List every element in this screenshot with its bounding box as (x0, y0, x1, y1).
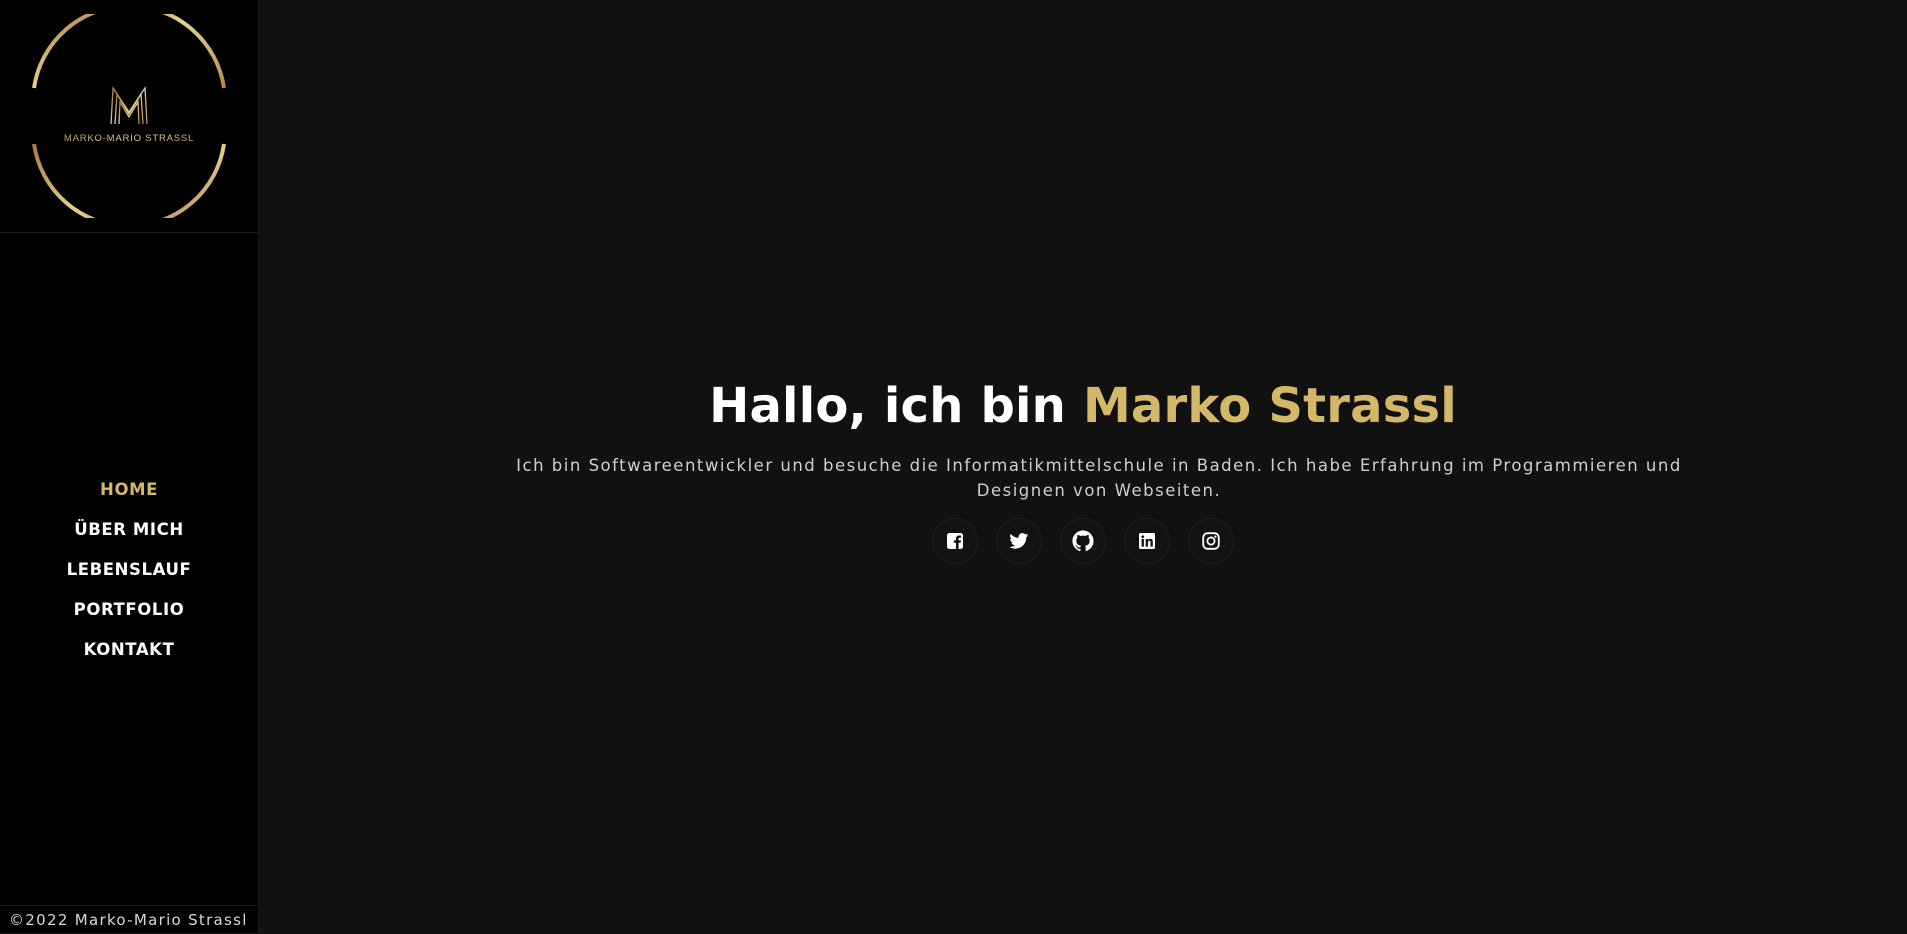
instagram-link[interactable] (1188, 518, 1234, 564)
twitter-link[interactable] (996, 518, 1042, 564)
logo-text: MARKO-MARIO STRASSL (64, 133, 194, 144)
instagram-icon (1202, 532, 1220, 550)
github-icon (1072, 530, 1094, 552)
sidebar: MARKO-MARIO STRASSL HOME ÜBER MICH LEBEN… (0, 0, 259, 933)
nav-item-home[interactable]: HOME (0, 470, 258, 510)
main-nav: HOME ÜBER MICH LEBENSLAUF PORTFOLIO KONT… (0, 470, 258, 670)
logo[interactable]: MARKO-MARIO STRASSL (0, 0, 258, 233)
hero-title-name: Marko Strassl (1082, 378, 1457, 434)
nav-item-portfolio[interactable]: PORTFOLIO (0, 590, 258, 630)
github-link[interactable] (1060, 518, 1106, 564)
facebook-link[interactable] (932, 518, 978, 564)
hero-title: Hallo, ich bin Marko Strassl (259, 378, 1907, 434)
twitter-icon (1009, 533, 1029, 549)
social-links (259, 518, 1907, 564)
hero-title-prefix: Hallo, ich bin (709, 378, 1083, 434)
footer-copyright: ©2022 Marko-Mario Strassl (0, 905, 258, 933)
nav-item-ueber-mich[interactable]: ÜBER MICH (0, 510, 258, 550)
linkedin-link[interactable] (1124, 518, 1170, 564)
hero-description: Ich bin Softwareentwickler und besuche d… (516, 456, 1682, 500)
logo-emblem: MARKO-MARIO STRASSL (32, 14, 226, 218)
nav-item-kontakt[interactable]: KONTAKT (0, 630, 258, 670)
nav-item-lebenslauf[interactable]: LEBENSLAUF (0, 550, 258, 590)
main-content: Hallo, ich bin Marko Strassl Ich bin Sof… (259, 0, 1907, 933)
linkedin-icon (1139, 533, 1155, 549)
facebook-icon (947, 533, 963, 549)
